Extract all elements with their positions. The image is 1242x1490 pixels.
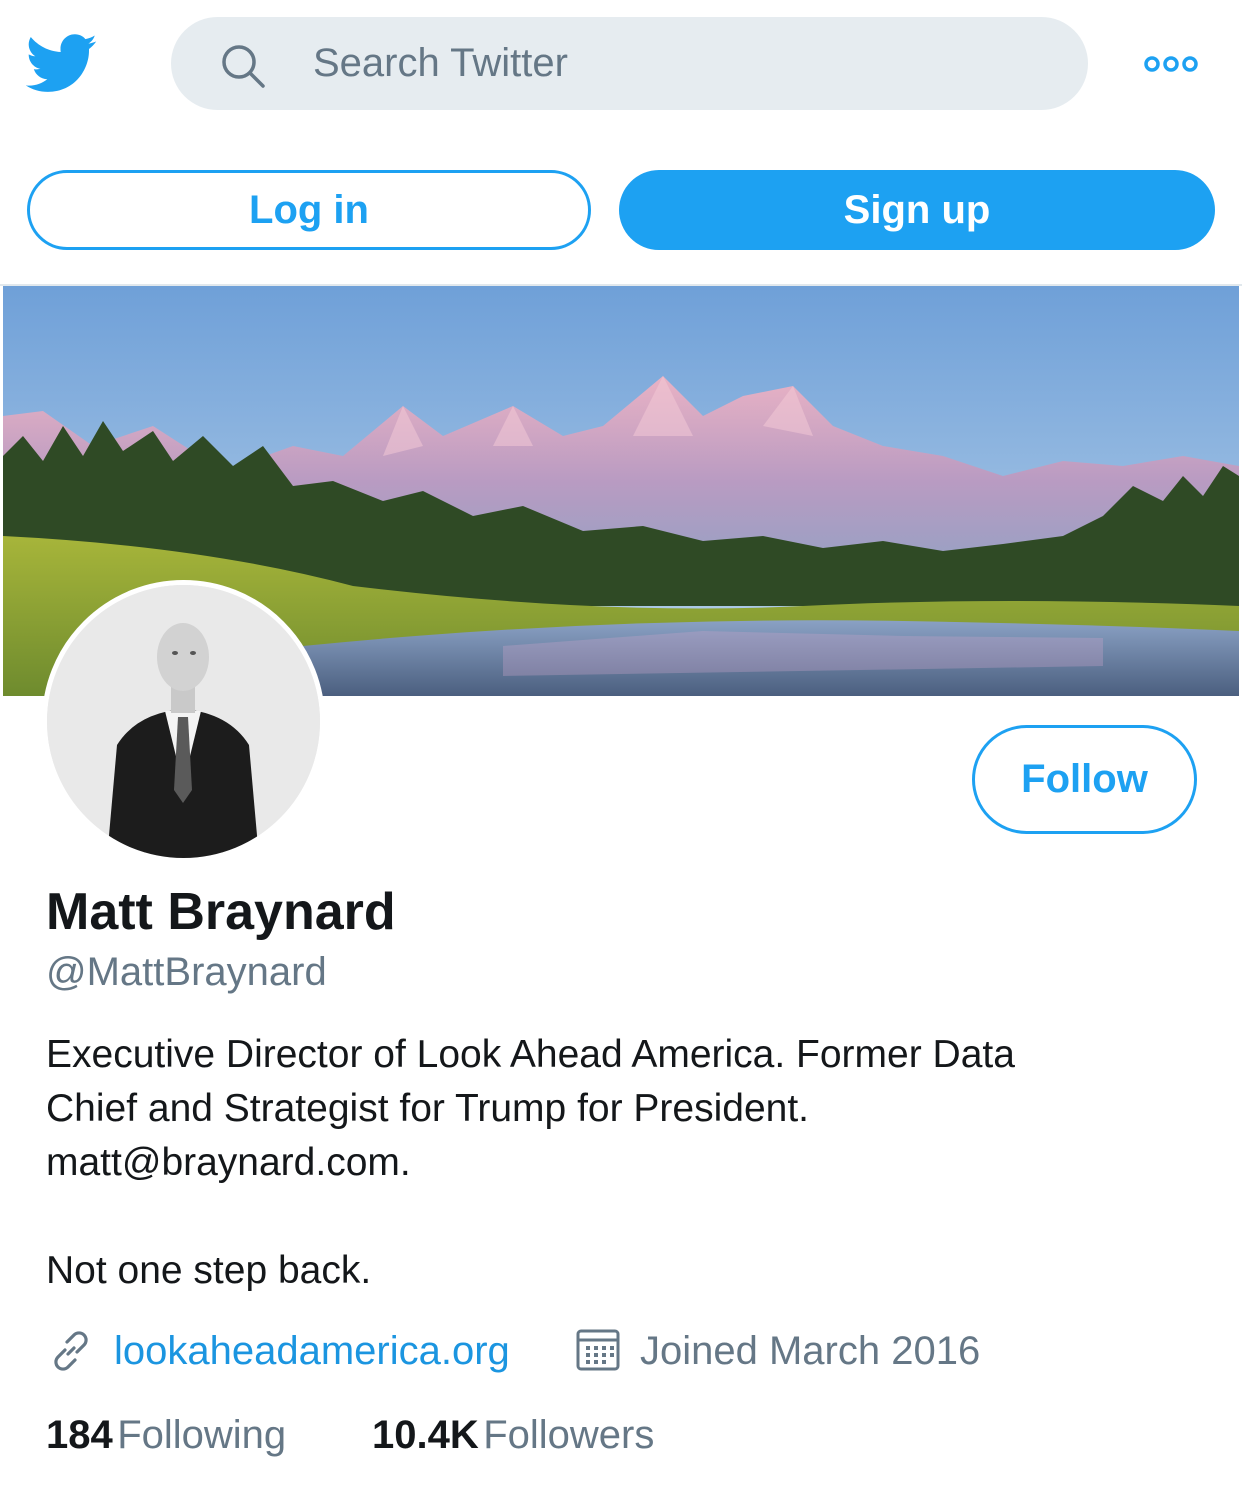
login-button[interactable]: Log in	[27, 170, 591, 250]
following-stat[interactable]: 184 Following	[46, 1413, 286, 1458]
following-label: Following	[117, 1413, 287, 1457]
profile-handle: @MattBraynard	[46, 950, 327, 994]
following-count: 184	[46, 1413, 113, 1457]
bio-line: Not one step back.	[46, 1249, 372, 1292]
calendar-icon	[576, 1329, 620, 1371]
bio-line: Chief and Strategist for Trump for Presi…	[46, 1087, 810, 1130]
website-link[interactable]: lookaheadamerica.org	[114, 1329, 510, 1374]
profile-avatar[interactable]	[42, 580, 325, 863]
followers-label: Followers	[483, 1413, 655, 1457]
twitter-bird-icon[interactable]	[26, 34, 98, 94]
signup-button[interactable]: Sign up	[619, 170, 1215, 250]
search-input[interactable]: Search Twitter	[313, 17, 568, 110]
link-icon	[54, 1331, 88, 1371]
search-bar[interactable]: Search Twitter	[171, 17, 1088, 110]
bio-line: Executive Director of Look Ahead America…	[46, 1033, 1015, 1076]
profile-photo	[47, 585, 320, 858]
profile-name: Matt Braynard	[46, 883, 396, 941]
followers-count: 10.4K	[372, 1413, 479, 1457]
more-dots-icon[interactable]	[1143, 54, 1199, 74]
search-icon	[222, 45, 265, 88]
bio-line: matt@braynard.com.	[46, 1141, 411, 1184]
follow-button[interactable]: Follow	[972, 725, 1197, 834]
followers-stat[interactable]: 10.4K Followers	[372, 1413, 654, 1458]
joined-date: Joined March 2016	[640, 1329, 981, 1373]
